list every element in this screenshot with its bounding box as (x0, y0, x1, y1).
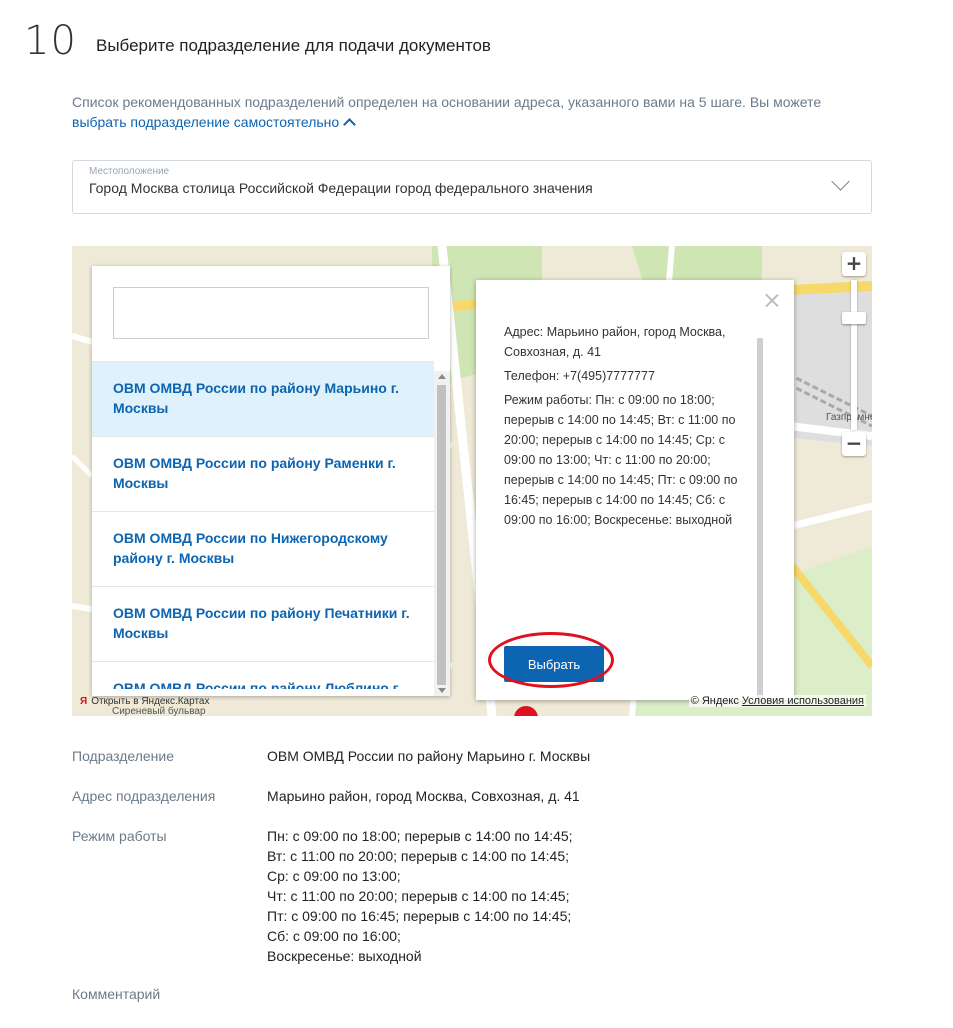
balloon-schedule: Режим работы: Пн: с 09:00 по 18:00; пере… (504, 393, 738, 527)
balloon-phone: Телефон: +7(495)7777777 (504, 369, 655, 383)
department-item-maryino[interactable]: ОВМ ОМВД России по району Марьино г. Мос… (92, 362, 434, 437)
details-row-department: Подразделение ОВМ ОМВД России по району … (72, 746, 872, 786)
hours-line: Сб: с 09:00 по 16:00; (267, 928, 401, 944)
yandex-logo-icon: Я (80, 696, 88, 707)
hours-line: Воскресенье: выходной (267, 948, 422, 964)
details-row-hours: Режим работы Пн: с 09:00 по 18:00; перер… (72, 826, 872, 966)
department-list-panel: ОВМ ОМВД России по району Марьино г. Мос… (92, 266, 450, 696)
scroll-up-icon[interactable] (438, 374, 446, 379)
comment-label: Комментарий (72, 986, 161, 1002)
choose-manually-label[interactable]: выбрать подразделение самостоятельно (72, 114, 339, 130)
address-value: Марьино район, город Москва, Совхозная, … (267, 788, 580, 804)
hours-line: Пт: с 09:00 по 16:45; перерыв с 14:00 по… (267, 908, 572, 924)
scrollbar-thumb[interactable] (437, 385, 446, 685)
address-label: Адрес подразделения (72, 788, 216, 804)
department-details: Подразделение ОВМ ОМВД России по району … (72, 746, 872, 966)
details-row-address: Адрес подразделения Марьино район, город… (72, 786, 872, 826)
scroll-down-icon[interactable] (438, 688, 446, 693)
department-value: ОВМ ОМВД России по району Марьино г. Мос… (267, 748, 591, 764)
hours-value: Пн: с 09:00 по 18:00; перерыв с 14:00 по… (267, 826, 872, 966)
hours-line: Ср: с 09:00 по 13:00; (267, 868, 401, 884)
info-text: Список рекомендованных подразделений опр… (72, 92, 872, 132)
map[interactable]: Газпромнефть Сиреневый бульвар ОВМ ОМВД … (72, 246, 872, 716)
zoom-out-button[interactable]: − (842, 432, 866, 456)
select-button[interactable]: Выбрать (504, 646, 604, 682)
hours-label: Режим работы (72, 828, 167, 844)
balloon-address: Адрес: Марьино район, город Москва, Совх… (504, 325, 726, 359)
balloon-scrollbar[interactable] (757, 338, 763, 698)
choose-manually-link[interactable]: выбрать подразделение самостоятельно (72, 114, 357, 131)
department-label: Подразделение (72, 748, 175, 764)
chevron-up-icon (343, 118, 357, 131)
hours-line: Пн: с 09:00 по 18:00; перерыв с 14:00 по… (267, 828, 573, 844)
step-number: 10 (24, 18, 77, 64)
close-icon[interactable] (764, 292, 780, 308)
balloon-content: Адрес: Марьино район, город Москва, Совх… (504, 322, 754, 534)
location-select[interactable]: Местоположение Город Москва столица Росс… (72, 160, 872, 214)
zoom-control: + − (842, 252, 866, 458)
department-list: ОВМ ОМВД России по району Марьино г. Мос… (92, 361, 434, 689)
zoom-handle[interactable] (842, 312, 866, 324)
hours-line: Вт: с 11:00 по 20:00; перерыв с 14:00 по… (267, 848, 570, 864)
zoom-track[interactable] (851, 280, 857, 430)
department-item-lyublino[interactable]: ОВМ ОМВД России по району Люблино г. (92, 662, 434, 689)
department-item-pechatniki[interactable]: ОВМ ОМВД России по району Печатники г. М… (92, 587, 434, 662)
copyright-text: © Яндекс (690, 695, 739, 707)
department-list-scrollbar[interactable] (434, 371, 450, 696)
location-label: Местоположение (89, 166, 170, 177)
hours-line: Чт: с 11:00 по 20:00; перерыв с 14:00 по… (267, 888, 570, 904)
department-balloon: Адрес: Марьино район, город Москва, Совх… (476, 280, 794, 700)
department-item-ramenki[interactable]: ОВМ ОМВД России по району Раменки г. Мос… (92, 437, 434, 512)
map-label-street: Сиреневый бульвар (112, 706, 206, 716)
department-search-input[interactable] (113, 287, 429, 339)
zoom-in-button[interactable]: + (842, 252, 866, 276)
terms-link[interactable]: Условия использования (742, 695, 864, 707)
location-value: Город Москва столица Российской Федераци… (89, 180, 593, 196)
chevron-down-icon[interactable] (831, 172, 850, 191)
department-item-nizhegorodsky[interactable]: ОВМ ОМВД России по Нижегородскому району… (92, 512, 434, 587)
map-copyright: © Яндекс Условия использования (688, 695, 866, 707)
step-title: Выберите подразделение для подачи докуме… (96, 36, 491, 55)
open-in-yandex-link[interactable]: Я Открыть в Яндекс.Картах (80, 696, 210, 707)
info-description: Список рекомендованных подразделений опр… (72, 94, 822, 110)
open-in-yandex-label[interactable]: Открыть в Яндекс.Картах (91, 696, 209, 707)
